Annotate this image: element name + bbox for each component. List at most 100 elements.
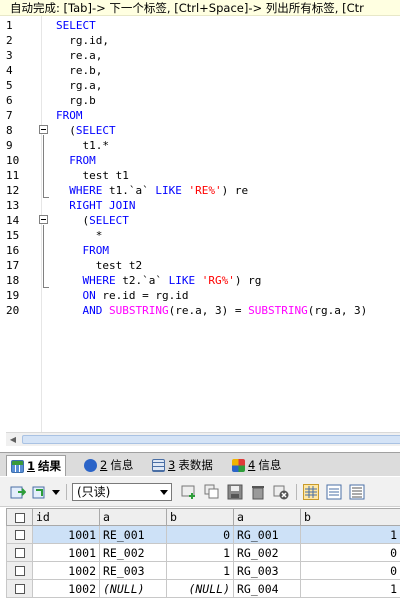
- code-line[interactable]: WHERE t1.`a` LIKE 'RE%') re: [56, 183, 248, 198]
- info-colored-icon: [232, 459, 245, 472]
- code-line[interactable]: AND SUBSTRING(re.a, 3) = SUBSTRING(rg.a,…: [56, 303, 368, 318]
- table-cell[interactable]: 1: [166, 543, 234, 562]
- fold-toggle-icon[interactable]: [39, 215, 48, 224]
- table-cell[interactable]: 1: [300, 525, 400, 544]
- code-line[interactable]: FROM: [56, 108, 83, 123]
- mode-select[interactable]: (只读): [72, 483, 172, 501]
- result-tabs: 1 结果 2 信息 3 表数据 4 信息: [0, 452, 400, 476]
- code-line[interactable]: rg.id,: [56, 33, 109, 48]
- editor-horizontal-scrollbar[interactable]: ◀: [6, 432, 400, 446]
- table-cell[interactable]: 1001: [32, 543, 100, 562]
- table-row[interactable]: 1002 RE_003 1 RG_003 0: [6, 561, 400, 580]
- add-row-icon[interactable]: [181, 484, 197, 500]
- line-number: 7: [6, 109, 13, 122]
- tab-messages[interactable]: 2 信息: [80, 455, 137, 476]
- table-cell[interactable]: RG_002: [233, 543, 301, 562]
- row-checkbox[interactable]: [6, 579, 33, 598]
- column-header[interactable]: id: [32, 508, 100, 526]
- code-line[interactable]: SELECT: [56, 18, 96, 33]
- autocomplete-hint: 自动完成: [Tab]-> 下一个标签, [Ctrl+Space]-> 列出所有…: [0, 0, 400, 16]
- import-icon[interactable]: [32, 484, 48, 500]
- code-line[interactable]: FROM: [56, 153, 96, 168]
- table-cell[interactable]: 0: [300, 561, 400, 580]
- grid-view-icon[interactable]: [303, 484, 319, 500]
- save-icon[interactable]: [227, 484, 243, 500]
- column-header[interactable]: a: [233, 508, 301, 526]
- fold-guide: [43, 135, 44, 197]
- import-dropdown-arrow-icon[interactable]: [51, 484, 61, 500]
- code-line[interactable]: ON re.id = rg.id: [56, 288, 189, 303]
- fold-toggle-icon[interactable]: [39, 125, 48, 134]
- code-line[interactable]: t1.*: [56, 138, 109, 153]
- table-row[interactable]: 1002 (NULL) (NULL) RG_004 1: [6, 579, 400, 598]
- table-cell[interactable]: 0: [166, 525, 234, 544]
- table-cell[interactable]: 1002: [32, 579, 100, 598]
- column-header[interactable]: b: [166, 508, 234, 526]
- table-cell[interactable]: RG_003: [233, 561, 301, 580]
- duplicate-row-icon[interactable]: [204, 484, 220, 500]
- line-number: 8: [6, 124, 13, 137]
- scroll-thumb[interactable]: [22, 435, 400, 444]
- fold-end-marker: [43, 197, 49, 198]
- line-number: 17: [6, 259, 20, 272]
- code-line[interactable]: rg.b: [56, 93, 96, 108]
- column-header[interactable]: b: [300, 508, 400, 526]
- export-icon[interactable]: [10, 484, 27, 500]
- column-header[interactable]: a: [99, 508, 167, 526]
- code-line[interactable]: *: [56, 228, 103, 243]
- form-view-icon[interactable]: [326, 484, 342, 500]
- code-line[interactable]: re.b,: [56, 63, 102, 78]
- code-line[interactable]: test t1: [56, 168, 128, 183]
- code-line[interactable]: (SELECT: [56, 123, 115, 138]
- row-checkbox[interactable]: [6, 543, 33, 562]
- line-number: 10: [6, 154, 20, 167]
- code-line[interactable]: RIGHT JOIN: [56, 198, 135, 213]
- line-number: 14: [6, 214, 20, 227]
- fold-end-marker: [43, 287, 49, 288]
- line-number: 6: [6, 94, 13, 107]
- chevron-down-icon: [160, 490, 168, 495]
- scroll-left-arrow-icon[interactable]: ◀: [6, 433, 20, 446]
- code-line[interactable]: test t2: [56, 258, 142, 273]
- row-checkbox[interactable]: [6, 561, 33, 580]
- cancel-icon[interactable]: [273, 484, 289, 500]
- code-line[interactable]: rg.a,: [56, 78, 102, 93]
- result-grid-icon: [11, 459, 24, 473]
- line-number: 20: [6, 304, 20, 317]
- delete-icon[interactable]: [250, 484, 266, 500]
- tab-table-data[interactable]: 3 表数据: [148, 455, 217, 476]
- text-view-icon[interactable]: [349, 484, 365, 500]
- line-number: 4: [6, 64, 13, 77]
- table-cell[interactable]: RE_001: [99, 525, 167, 544]
- code-line[interactable]: FROM: [56, 243, 110, 258]
- row-checkbox[interactable]: [6, 525, 33, 544]
- table-cell[interactable]: 1001: [32, 525, 100, 544]
- fold-guide: [43, 225, 44, 287]
- table-cell[interactable]: (NULL): [166, 579, 234, 598]
- line-number: 19: [6, 289, 20, 302]
- table-cell[interactable]: RE_002: [99, 543, 167, 562]
- select-all-checkbox[interactable]: [6, 508, 33, 526]
- table-cell[interactable]: 1002: [32, 561, 100, 580]
- table-cell[interactable]: RE_003: [99, 561, 167, 580]
- result-grid[interactable]: id a b a b 1001 RE_001 0 RG_001 1 1001 RE_002 1…: [6, 508, 400, 604]
- table-data-icon: [152, 459, 165, 472]
- toolbar-separator: [296, 484, 297, 500]
- table-row[interactable]: 1001 RE_001 0 RG_001 1: [6, 525, 400, 544]
- line-number: 5: [6, 79, 13, 92]
- tab-info[interactable]: 4 信息: [228, 455, 285, 476]
- code-line[interactable]: re.a,: [56, 48, 102, 63]
- sql-editor[interactable]: 1 2 3 4 5 6 7 8 9 10 11 12 13 14 15 16 17 18 19 20 SELECT r…: [0, 16, 400, 432]
- code-line[interactable]: WHERE t2.`a` LIKE 'RG%') rg: [56, 273, 262, 288]
- table-cell[interactable]: 0: [300, 543, 400, 562]
- table-cell[interactable]: (NULL): [99, 579, 167, 598]
- tab-result[interactable]: 1 结果: [6, 455, 67, 476]
- code-line[interactable]: (SELECT: [56, 213, 128, 228]
- table-row[interactable]: 1001 RE_002 1 RG_002 0: [6, 543, 400, 562]
- table-cell[interactable]: RG_001: [233, 525, 301, 544]
- table-cell[interactable]: 1: [300, 579, 400, 598]
- table-cell[interactable]: RG_004: [233, 579, 301, 598]
- line-number: 1: [6, 19, 13, 32]
- line-number: 3: [6, 49, 13, 62]
- table-cell[interactable]: 1: [166, 561, 234, 580]
